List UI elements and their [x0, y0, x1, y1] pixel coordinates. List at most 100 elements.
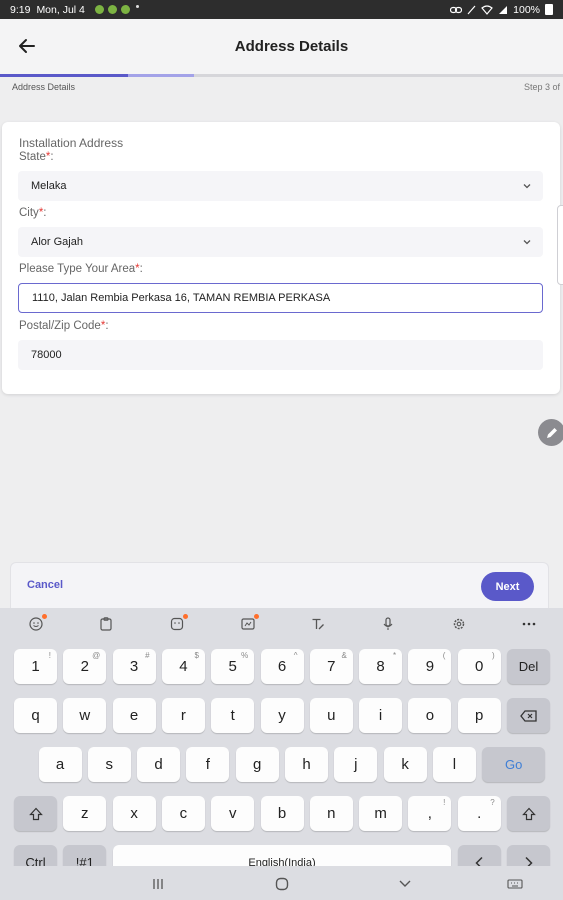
side-panel-handle[interactable]: [557, 205, 563, 285]
key-c[interactable]: c: [161, 796, 205, 831]
city-label-text: City: [19, 207, 39, 219]
key-secondary-label: *: [392, 651, 397, 660]
home-icon[interactable]: [274, 876, 290, 892]
progress-bar-fill: [0, 74, 195, 77]
area-input[interactable]: 1110, Jalan Rembia Perkasa 16, TAMAN REM…: [18, 283, 543, 313]
key-label: c: [179, 805, 188, 822]
key-0[interactable]: 0): [457, 649, 501, 684]
state-select[interactable]: Melaka: [18, 171, 543, 201]
key-secondary-label: !: [48, 651, 51, 660]
key-r[interactable]: r: [161, 698, 205, 733]
key-x[interactable]: x: [112, 796, 156, 831]
key-g[interactable]: g: [235, 747, 279, 782]
key-s[interactable]: s: [87, 747, 131, 782]
key-secondary-label: (: [442, 651, 446, 660]
key-secondary-label: &: [341, 651, 347, 660]
delete-key[interactable]: Del: [507, 649, 550, 684]
key-label: 4: [179, 658, 188, 675]
key-a[interactable]: a: [38, 747, 82, 782]
recent-apps-icon[interactable]: [150, 876, 166, 892]
key-3[interactable]: 3 #: [112, 649, 156, 684]
go-key[interactable]: Go: [482, 747, 546, 782]
key-m[interactable]: m: [359, 796, 403, 831]
key-secondary-label: ?: [490, 798, 495, 807]
mute-icon: [467, 5, 476, 14]
clipboard-icon[interactable]: [98, 616, 114, 632]
key-w[interactable]: w: [63, 698, 107, 733]
backspace-key[interactable]: [507, 698, 550, 733]
key-p[interactable]: p: [457, 698, 501, 733]
key-5[interactable]: 5%: [211, 649, 255, 684]
key-label: q: [31, 707, 40, 724]
area-label-text: Please Type Your Area: [19, 263, 136, 275]
area-value: 1110, Jalan Rembia Perkasa 16, TAMAN REM…: [32, 292, 331, 304]
key-secondary-label: #: [145, 651, 150, 660]
key-f[interactable]: f: [186, 747, 230, 782]
action-bar: Cancel Next: [10, 562, 549, 608]
key-j[interactable]: j: [334, 747, 378, 782]
key-label: 0: [475, 658, 484, 675]
key-4[interactable]: 4 $: [161, 649, 205, 684]
keyboard-switch-icon[interactable]: [507, 876, 523, 892]
shift-key-right[interactable]: [507, 796, 550, 831]
key-comma[interactable]: ,!: [408, 796, 452, 831]
sticker-icon[interactable]: [169, 614, 188, 632]
key-i[interactable]: i: [359, 698, 403, 733]
microphone-icon[interactable]: [380, 616, 396, 632]
notification-badge: [254, 614, 259, 619]
key-period[interactable]: .?: [457, 796, 501, 831]
key-label: j: [354, 756, 358, 773]
emoji-icon[interactable]: [28, 614, 47, 632]
key-label: 8: [376, 658, 385, 675]
key-n[interactable]: n: [309, 796, 353, 831]
cancel-button[interactable]: Cancel: [27, 579, 63, 591]
key-t[interactable]: t: [211, 698, 255, 733]
key-7[interactable]: 7 &: [309, 649, 353, 684]
key-y[interactable]: y: [260, 698, 304, 733]
state-label-text: State: [19, 151, 46, 163]
back-arrow-icon[interactable]: [14, 33, 40, 59]
key-h[interactable]: h: [285, 747, 328, 782]
key-1[interactable]: 1!: [14, 649, 57, 684]
text-style-icon[interactable]: [310, 616, 326, 632]
gif-icon[interactable]: [240, 614, 259, 632]
page-title: Address Details: [234, 38, 349, 55]
key-6[interactable]: 6 ^: [260, 649, 304, 684]
key-label: 1: [31, 658, 40, 675]
postal-code-input[interactable]: 78000: [18, 340, 543, 370]
city-label: City*:: [19, 207, 47, 219]
key-o[interactable]: o: [408, 698, 452, 733]
key-z[interactable]: z: [63, 796, 107, 831]
key-9[interactable]: 9(: [408, 649, 452, 684]
label-colon: :: [139, 263, 143, 275]
key-e[interactable]: e: [112, 698, 156, 733]
edit-pencil-icon[interactable]: [538, 419, 563, 446]
key-2[interactable]: 2 @: [63, 649, 107, 684]
backspace-icon: [519, 709, 537, 722]
shift-key[interactable]: [14, 796, 57, 831]
more-options-icon[interactable]: [521, 616, 537, 632]
hide-keyboard-icon[interactable]: [397, 876, 413, 892]
key-l[interactable]: l: [432, 747, 476, 782]
key-v[interactable]: v: [211, 796, 255, 831]
step-counter: Step 3 of: [523, 82, 560, 92]
key-b[interactable]: b: [260, 796, 304, 831]
key-secondary-label: ^: [293, 651, 298, 660]
app-bar: Address Details: [0, 19, 563, 74]
city-select[interactable]: Alor Gajah: [18, 227, 543, 257]
city-value: Alor Gajah: [31, 236, 83, 248]
key-label: Go: [505, 757, 523, 772]
key-d[interactable]: d: [137, 747, 181, 782]
settings-gear-icon[interactable]: [451, 616, 467, 632]
system-nav-bar: [0, 866, 563, 900]
key-u[interactable]: u: [309, 698, 353, 733]
key-k[interactable]: k: [383, 747, 427, 782]
current-step-label: Address Details: [12, 82, 76, 92]
next-button[interactable]: Next: [481, 572, 534, 601]
key-8[interactable]: 8 *: [359, 649, 403, 684]
notification-app-icon: [107, 5, 117, 14]
key-q[interactable]: q: [14, 698, 57, 733]
status-time: 9:19: [10, 3, 31, 16]
key-label: h: [302, 756, 311, 773]
key-label: n: [327, 805, 336, 822]
